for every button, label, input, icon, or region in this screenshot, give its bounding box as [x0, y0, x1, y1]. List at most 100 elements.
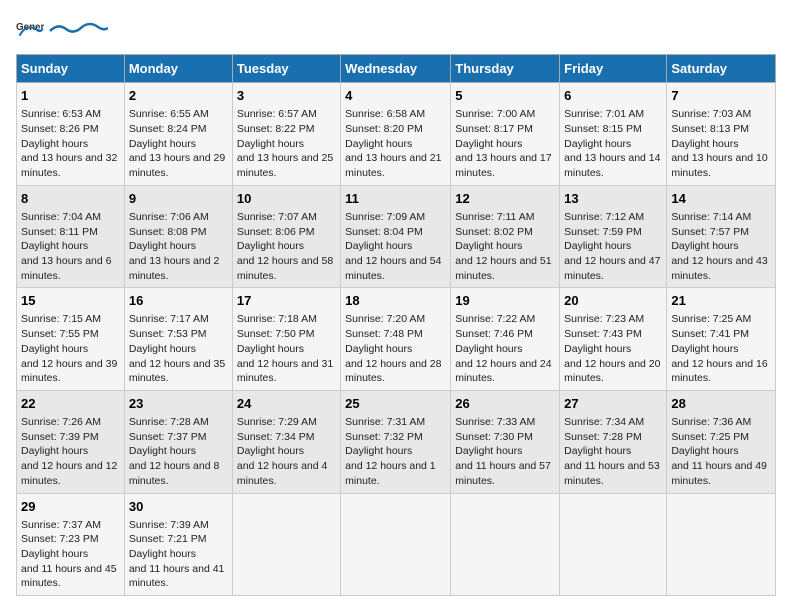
logo-icon: General: [16, 16, 44, 44]
header-cell-sunday: Sunday: [17, 55, 125, 83]
calendar-cell: 2 Sunrise: 6:55 AMSunset: 8:24 PMDaylight…: [124, 83, 232, 186]
calendar-week-5: 29 Sunrise: 7:37 AMSunset: 7:23 PMDayligh…: [17, 493, 776, 596]
day-number: 27: [564, 395, 662, 413]
calendar-cell: 14 Sunrise: 7:14 AMSunset: 7:57 PMDayligh…: [667, 185, 776, 288]
day-number: 1: [21, 87, 120, 105]
calendar-cell: 18 Sunrise: 7:20 AMSunset: 7:48 PMDayligh…: [341, 288, 451, 391]
page-header: General: [16, 16, 776, 44]
day-info: Sunrise: 7:25 AMSunset: 7:41 PMDaylight …: [671, 312, 771, 385]
day-info: Sunrise: 7:04 AMSunset: 8:11 PMDaylight …: [21, 210, 120, 283]
calendar-cell: 10Sunrise: 7:07 AMSunset: 8:06 PMDayligh…: [232, 185, 340, 288]
day-number: 4: [345, 87, 446, 105]
day-info: Sunrise: 7:06 AMSunset: 8:08 PMDaylight …: [129, 210, 228, 283]
calendar-week-1: 1 Sunrise: 6:53 AMSunset: 8:26 PMDaylight…: [17, 83, 776, 186]
calendar-cell: 16 Sunrise: 7:17 AMSunset: 7:53 PMDayligh…: [124, 288, 232, 391]
day-number: 28: [671, 395, 771, 413]
day-number: 18: [345, 292, 446, 310]
day-info: Sunrise: 7:22 AMSunset: 7:46 PMDaylight …: [455, 312, 555, 385]
calendar-week-4: 22Sunrise: 7:26 AMSunset: 7:39 PMDayligh…: [17, 390, 776, 493]
day-number: 26: [455, 395, 555, 413]
calendar-cell: 29 Sunrise: 7:37 AMSunset: 7:23 PMDayligh…: [17, 493, 125, 596]
calendar-cell: 27 Sunrise: 7:34 AMSunset: 7:28 PMDayligh…: [560, 390, 667, 493]
calendar-cell: 17Sunrise: 7:18 AMSunset: 7:50 PMDayligh…: [232, 288, 340, 391]
day-number: 8: [21, 190, 120, 208]
header-cell-wednesday: Wednesday: [341, 55, 451, 83]
header-cell-friday: Friday: [560, 55, 667, 83]
day-number: 13: [564, 190, 662, 208]
calendar-cell: 3 Sunrise: 6:57 AMSunset: 8:22 PMDaylight…: [232, 83, 340, 186]
day-number: 23: [129, 395, 228, 413]
calendar-cell: 15 Sunrise: 7:15 AMSunset: 7:55 PMDayligh…: [17, 288, 125, 391]
day-info: Sunrise: 7:03 AMSunset: 8:13 PMDaylight …: [671, 107, 771, 180]
day-number: 9: [129, 190, 228, 208]
calendar-cell: [560, 493, 667, 596]
day-number: 21: [671, 292, 771, 310]
day-info: Sunrise: 6:53 AMSunset: 8:26 PMDaylight …: [21, 107, 120, 180]
day-number: 10: [237, 190, 336, 208]
day-info: Sunrise: 6:57 AMSunset: 8:22 PMDaylight …: [237, 107, 336, 180]
calendar-cell: 23 Sunrise: 7:28 AMSunset: 7:37 PMDayligh…: [124, 390, 232, 493]
day-info: Sunrise: 7:15 AMSunset: 7:55 PMDaylight …: [21, 312, 120, 385]
calendar-week-3: 15 Sunrise: 7:15 AMSunset: 7:55 PMDayligh…: [17, 288, 776, 391]
day-info: Sunrise: 6:55 AMSunset: 8:24 PMDaylight …: [129, 107, 228, 180]
day-number: 3: [237, 87, 336, 105]
header-cell-saturday: Saturday: [667, 55, 776, 83]
calendar-header: SundayMondayTuesdayWednesdayThursdayFrid…: [17, 55, 776, 83]
day-info: Sunrise: 7:39 AMSunset: 7:21 PMDaylight …: [129, 518, 228, 591]
calendar-cell: 9 Sunrise: 7:06 AMSunset: 8:08 PMDaylight…: [124, 185, 232, 288]
day-info: Sunrise: 7:11 AMSunset: 8:02 PMDaylight …: [455, 210, 555, 283]
day-number: 6: [564, 87, 662, 105]
header-cell-tuesday: Tuesday: [232, 55, 340, 83]
calendar-cell: 7Sunrise: 7:03 AMSunset: 8:13 PMDaylight…: [667, 83, 776, 186]
day-number: 29: [21, 498, 120, 516]
day-info: Sunrise: 7:37 AMSunset: 7:23 PMDaylight …: [21, 518, 120, 591]
header-cell-thursday: Thursday: [451, 55, 560, 83]
calendar-week-2: 8 Sunrise: 7:04 AMSunset: 8:11 PMDaylight…: [17, 185, 776, 288]
calendar-cell: 8 Sunrise: 7:04 AMSunset: 8:11 PMDaylight…: [17, 185, 125, 288]
calendar-cell: 28 Sunrise: 7:36 AMSunset: 7:25 PMDayligh…: [667, 390, 776, 493]
calendar-cell: 25 Sunrise: 7:31 AMSunset: 7:32 PMDayligh…: [341, 390, 451, 493]
calendar-cell: [667, 493, 776, 596]
day-number: 24: [237, 395, 336, 413]
day-info: Sunrise: 6:58 AMSunset: 8:20 PMDaylight …: [345, 107, 446, 180]
calendar-body: 1 Sunrise: 6:53 AMSunset: 8:26 PMDaylight…: [17, 83, 776, 596]
day-number: 19: [455, 292, 555, 310]
day-info: Sunrise: 7:00 AMSunset: 8:17 PMDaylight …: [455, 107, 555, 180]
calendar-cell: [232, 493, 340, 596]
calendar-cell: 6 Sunrise: 7:01 AMSunset: 8:15 PMDaylight…: [560, 83, 667, 186]
day-info: Sunrise: 7:31 AMSunset: 7:32 PMDaylight …: [345, 415, 446, 488]
day-info: Sunrise: 7:14 AMSunset: 7:57 PMDaylight …: [671, 210, 771, 283]
header-row: SundayMondayTuesdayWednesdayThursdayFrid…: [17, 55, 776, 83]
calendar-cell: 4 Sunrise: 6:58 AMSunset: 8:20 PMDaylight…: [341, 83, 451, 186]
day-number: 12: [455, 190, 555, 208]
day-number: 16: [129, 292, 228, 310]
calendar-cell: 12 Sunrise: 7:11 AMSunset: 8:02 PMDayligh…: [451, 185, 560, 288]
day-info: Sunrise: 7:17 AMSunset: 7:53 PMDaylight …: [129, 312, 228, 385]
calendar-table: SundayMondayTuesdayWednesdayThursdayFrid…: [16, 54, 776, 596]
calendar-cell: [341, 493, 451, 596]
day-info: Sunrise: 7:34 AMSunset: 7:28 PMDaylight …: [564, 415, 662, 488]
calendar-cell: 26Sunrise: 7:33 AMSunset: 7:30 PMDayligh…: [451, 390, 560, 493]
day-number: 5: [455, 87, 555, 105]
day-info: Sunrise: 7:28 AMSunset: 7:37 PMDaylight …: [129, 415, 228, 488]
day-info: Sunrise: 7:36 AMSunset: 7:25 PMDaylight …: [671, 415, 771, 488]
calendar-cell: [451, 493, 560, 596]
day-info: Sunrise: 7:01 AMSunset: 8:15 PMDaylight …: [564, 107, 662, 180]
calendar-cell: 24 Sunrise: 7:29 AMSunset: 7:34 PMDayligh…: [232, 390, 340, 493]
day-info: Sunrise: 7:29 AMSunset: 7:34 PMDaylight …: [237, 415, 336, 488]
day-number: 14: [671, 190, 771, 208]
day-number: 11: [345, 190, 446, 208]
day-number: 25: [345, 395, 446, 413]
calendar-cell: 13 Sunrise: 7:12 AMSunset: 7:59 PMDayligh…: [560, 185, 667, 288]
day-number: 17: [237, 292, 336, 310]
header-cell-monday: Monday: [124, 55, 232, 83]
calendar-cell: 11Sunrise: 7:09 AMSunset: 8:04 PMDayligh…: [341, 185, 451, 288]
day-number: 2: [129, 87, 228, 105]
day-info: Sunrise: 7:20 AMSunset: 7:48 PMDaylight …: [345, 312, 446, 385]
calendar-cell: 1 Sunrise: 6:53 AMSunset: 8:26 PMDaylight…: [17, 83, 125, 186]
calendar-cell: 30Sunrise: 7:39 AMSunset: 7:21 PMDayligh…: [124, 493, 232, 596]
day-info: Sunrise: 7:12 AMSunset: 7:59 PMDaylight …: [564, 210, 662, 283]
calendar-cell: 5 Sunrise: 7:00 AMSunset: 8:17 PMDaylight…: [451, 83, 560, 186]
day-info: Sunrise: 7:23 AMSunset: 7:43 PMDaylight …: [564, 312, 662, 385]
day-number: 15: [21, 292, 120, 310]
